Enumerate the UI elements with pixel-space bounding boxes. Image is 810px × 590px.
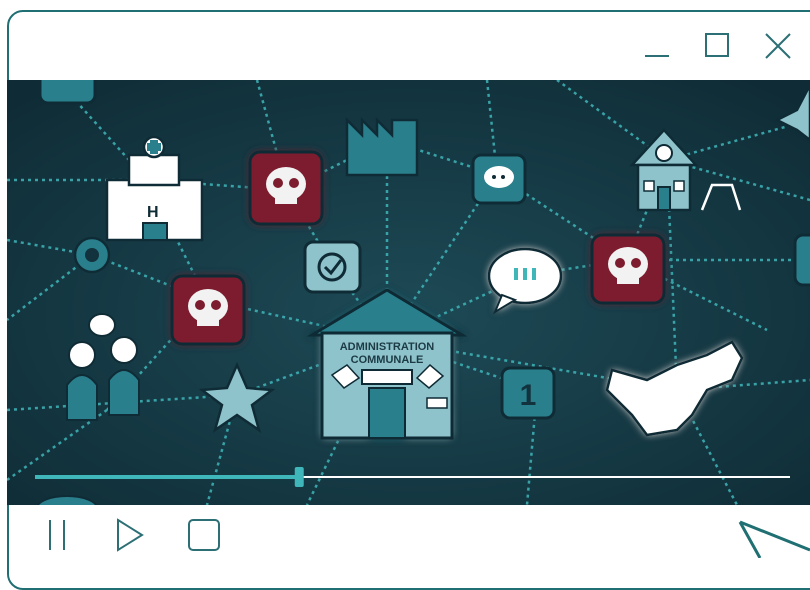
gear-icon xyxy=(73,236,111,274)
player-controls xyxy=(0,505,810,558)
check-badge-icon xyxy=(303,240,362,294)
partial-icon-tile xyxy=(38,80,97,105)
pause-icon[interactable] xyxy=(38,518,78,552)
cursor-arrow-icon xyxy=(738,520,810,558)
skull-icon xyxy=(248,150,324,226)
chat-icon xyxy=(471,153,527,205)
skull-icon xyxy=(170,274,246,346)
stop-icon[interactable] xyxy=(185,518,225,552)
minimize-icon[interactable] xyxy=(642,30,672,60)
close-icon[interactable] xyxy=(763,30,793,60)
play-icon[interactable] xyxy=(110,518,150,552)
partial-icon-tile xyxy=(793,233,810,287)
building-label-line1: ADMINISTRATION xyxy=(340,341,435,353)
svg-text:H: H xyxy=(147,204,159,221)
svg-text:1: 1 xyxy=(520,379,537,412)
maximize-icon[interactable] xyxy=(703,30,733,60)
skull-icon xyxy=(590,233,666,305)
building-label-line2: COMMUNALE xyxy=(351,354,424,366)
number-badge-icon: 1 xyxy=(500,366,556,420)
video-player[interactable]: H ADMINISTRATION COMMUNALE 1 xyxy=(7,80,810,505)
progress-handle[interactable] xyxy=(294,467,304,487)
title-bar xyxy=(9,12,810,80)
video-frame: H ADMINISTRATION COMMUNALE 1 xyxy=(7,80,810,505)
